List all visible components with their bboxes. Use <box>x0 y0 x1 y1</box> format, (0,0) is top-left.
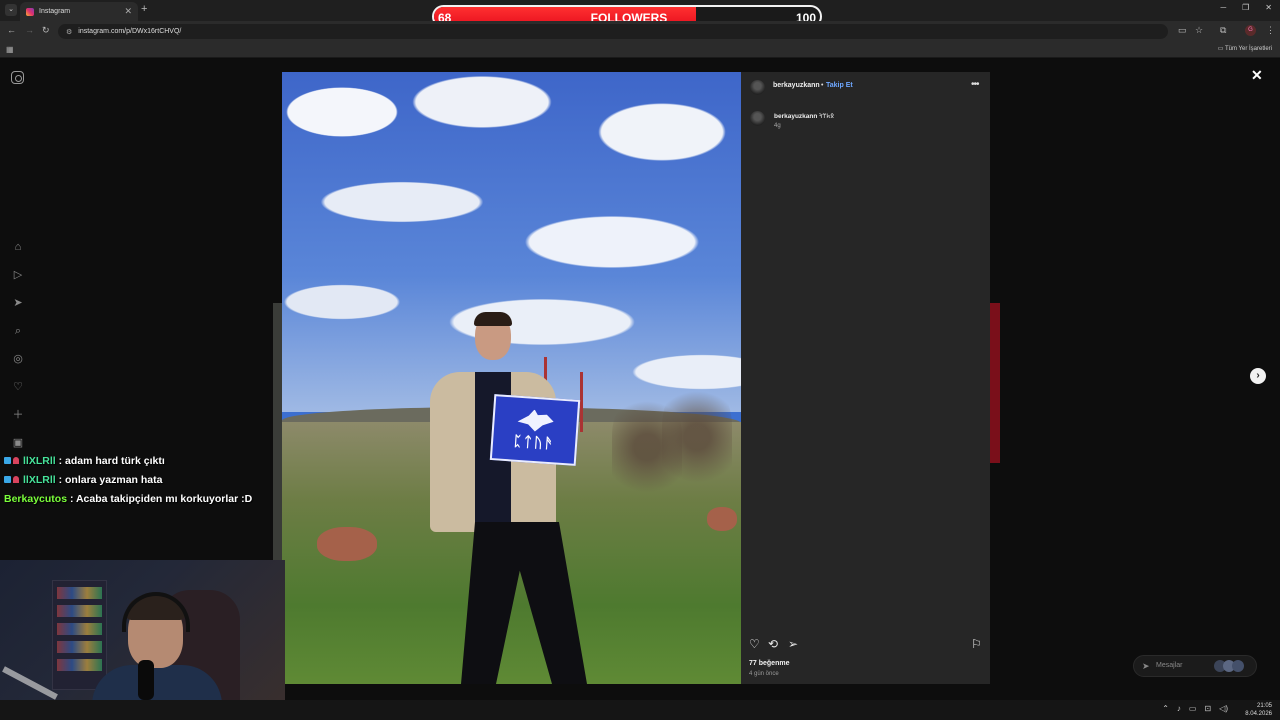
like-count[interactable]: 77 beğenme <box>749 660 789 667</box>
next-post-chevron-icon[interactable]: › <box>1250 368 1266 384</box>
reload-icon[interactable]: ↻ <box>42 25 50 36</box>
taskbar: ⌃ ♪ ▭ ⊡ ◁) 21:05 8.04.2026 <box>0 700 1280 720</box>
chat-message: llXLRll : onlara yazman hata <box>4 474 284 486</box>
instagram-favicon-icon <box>26 7 34 16</box>
messages-button[interactable]: ➤ Mesajlar <box>1133 655 1257 677</box>
search-icon[interactable]: ⌕ <box>11 324 25 338</box>
bookmarks-bar: ▦ ▭ Tüm Yer İşaretleri <box>0 41 1280 58</box>
microphone-icon <box>138 660 154 700</box>
volume-tray-icon[interactable]: ◁) <box>1219 704 1228 713</box>
caption-text: 𐰋𐱅𐰼𐰚 <box>819 113 835 120</box>
site-info-icon[interactable]: ⚙ <box>66 28 72 36</box>
system-tray: ⌃ ♪ ▭ ⊡ ◁) <box>1162 704 1228 713</box>
subscriber-badge-icon <box>4 476 11 483</box>
wolf-sign: ᛈᛏᚢᚫ <box>489 394 581 466</box>
tray-expand-icon[interactable]: ⌃ <box>1162 704 1169 713</box>
dashboard-icon[interactable]: ▣ <box>11 436 25 450</box>
stream-chat-overlay: llXLRll : adam hard türk çıktı llXLRll : … <box>4 455 284 512</box>
chat-username: llXLRll <box>23 474 56 486</box>
person-hair <box>474 312 512 326</box>
reels-icon[interactable]: ▷ <box>11 268 25 282</box>
post-details-panel: berkayuzkann • Takip Et ••• berkayuzkann… <box>741 72 990 684</box>
chat-text: : adam hard türk çıktı <box>58 455 165 467</box>
sign-runes: ᛈᛏᚢᚫ <box>512 433 556 452</box>
all-bookmarks-folder[interactable]: ▭ Tüm Yer İşaretleri <box>1218 45 1272 52</box>
chat-text: : onlara yazman hata <box>58 474 163 486</box>
post-photo[interactable]: ᛈᛏᚢᚫ <box>282 72 741 684</box>
explore-icon[interactable]: ◎ <box>11 352 25 366</box>
url-input[interactable]: ⚙ instagram.com/p/DWx16rtCHVQ/ <box>58 24 1168 39</box>
caption-username[interactable]: berkayuzkann <box>774 113 817 120</box>
profile-avatar[interactable]: G <box>1245 25 1256 36</box>
network-tray-icon[interactable]: ⊡ <box>1204 704 1211 713</box>
browser-tab-instagram[interactable]: Instagram ✕ <box>20 2 138 21</box>
save-bookmark-icon[interactable]: ⚐ <box>971 638 982 650</box>
radio-tower <box>580 372 583 432</box>
window-close-button[interactable]: ✕ <box>1265 3 1272 12</box>
tab-title: Instagram <box>39 8 71 15</box>
caption-age: 4g <box>774 123 781 129</box>
bare-tree <box>662 382 732 492</box>
address-bar-row: ← → ↻ ⚙ instagram.com/p/DWx16rtCHVQ/ ▭ ☆… <box>0 21 1280 41</box>
chat-username: Berkaycutos <box>4 493 68 505</box>
url-text: instagram.com/p/DWx16rtCHVQ/ <box>78 28 182 35</box>
window-controls: ─ ❐ ✕ <box>1220 3 1272 12</box>
chat-username: llXLRll <box>23 455 56 467</box>
moderator-badge-icon <box>13 476 19 483</box>
header-separator: • <box>821 82 824 89</box>
back-icon[interactable]: ← <box>7 25 16 35</box>
like-heart-icon[interactable]: ♡ <box>749 638 760 650</box>
repost-icon[interactable]: ⟲ <box>768 638 778 650</box>
bookshelf <box>52 580 107 690</box>
restore-button[interactable]: ❐ <box>1242 3 1249 12</box>
display-tray-icon[interactable]: ▭ <box>1189 704 1197 713</box>
mic-arm <box>2 666 58 700</box>
chat-message: Berkaycutos : Acaba takipçiden mı korkuy… <box>4 493 284 505</box>
streamer-webcam <box>0 560 285 720</box>
more-options-icon[interactable]: ••• <box>971 79 979 90</box>
forward-icon[interactable]: → <box>25 25 34 35</box>
heart-icon[interactable]: ♡ <box>11 380 25 394</box>
follow-button[interactable]: Takip Et <box>826 82 853 89</box>
next-post-preview[interactable] <box>990 303 1000 463</box>
chat-text: : Acaba takipçiden mı korkuyorlar :D <box>69 493 253 505</box>
author-username[interactable]: berkayuzkann <box>773 82 820 89</box>
home-icon[interactable]: ⌂ <box>11 240 25 254</box>
minimize-button[interactable]: ─ <box>1220 3 1226 12</box>
create-icon[interactable]: ＋ <box>11 408 25 422</box>
apps-grid-icon[interactable]: ▦ <box>6 45 14 54</box>
messages-label: Mesajlar <box>1156 662 1183 669</box>
close-icon[interactable]: ✕ <box>1251 67 1263 84</box>
tab-search-button[interactable]: ⌄ <box>5 4 17 16</box>
cast-icon[interactable]: ▭ <box>1178 25 1187 36</box>
post-caption: berkayuzkann 𐰋𐱅𐰼𐰚 <box>774 111 834 120</box>
new-tab-button[interactable]: + <box>141 3 147 15</box>
browser-menu-icon[interactable]: ⋮ <box>1266 25 1275 36</box>
messages-avatar <box>1232 660 1244 672</box>
rock <box>317 527 377 561</box>
extensions-icon[interactable]: ⧉ <box>1220 25 1226 36</box>
share-icon[interactable]: ➢ <box>788 638 798 650</box>
rock <box>707 507 737 531</box>
taskbar-clock[interactable]: 21:05 8.04.2026 <box>1245 702 1272 718</box>
messages-send-icon: ➤ <box>1142 661 1150 671</box>
clock-date: 8.04.2026 <box>1245 711 1272 717</box>
chat-message: llXLRll : adam hard türk çıktı <box>4 455 284 467</box>
mic-tray-icon[interactable]: ♪ <box>1177 704 1181 713</box>
author-avatar[interactable] <box>750 80 765 95</box>
bookmark-star-icon[interactable]: ☆ <box>1195 25 1203 36</box>
post-date: 4 gün önce <box>749 671 779 677</box>
wolf-head-icon <box>517 408 554 432</box>
clock-time: 21:05 <box>1256 703 1272 709</box>
instagram-logo-icon[interactable] <box>11 71 24 84</box>
tab-close-button[interactable]: ✕ <box>124 6 132 17</box>
moderator-badge-icon <box>13 457 19 464</box>
subscriber-badge-icon <box>4 457 11 464</box>
send-icon[interactable]: ➤ <box>11 296 25 310</box>
sky-clouds <box>282 72 741 412</box>
caption-avatar[interactable] <box>750 111 765 126</box>
